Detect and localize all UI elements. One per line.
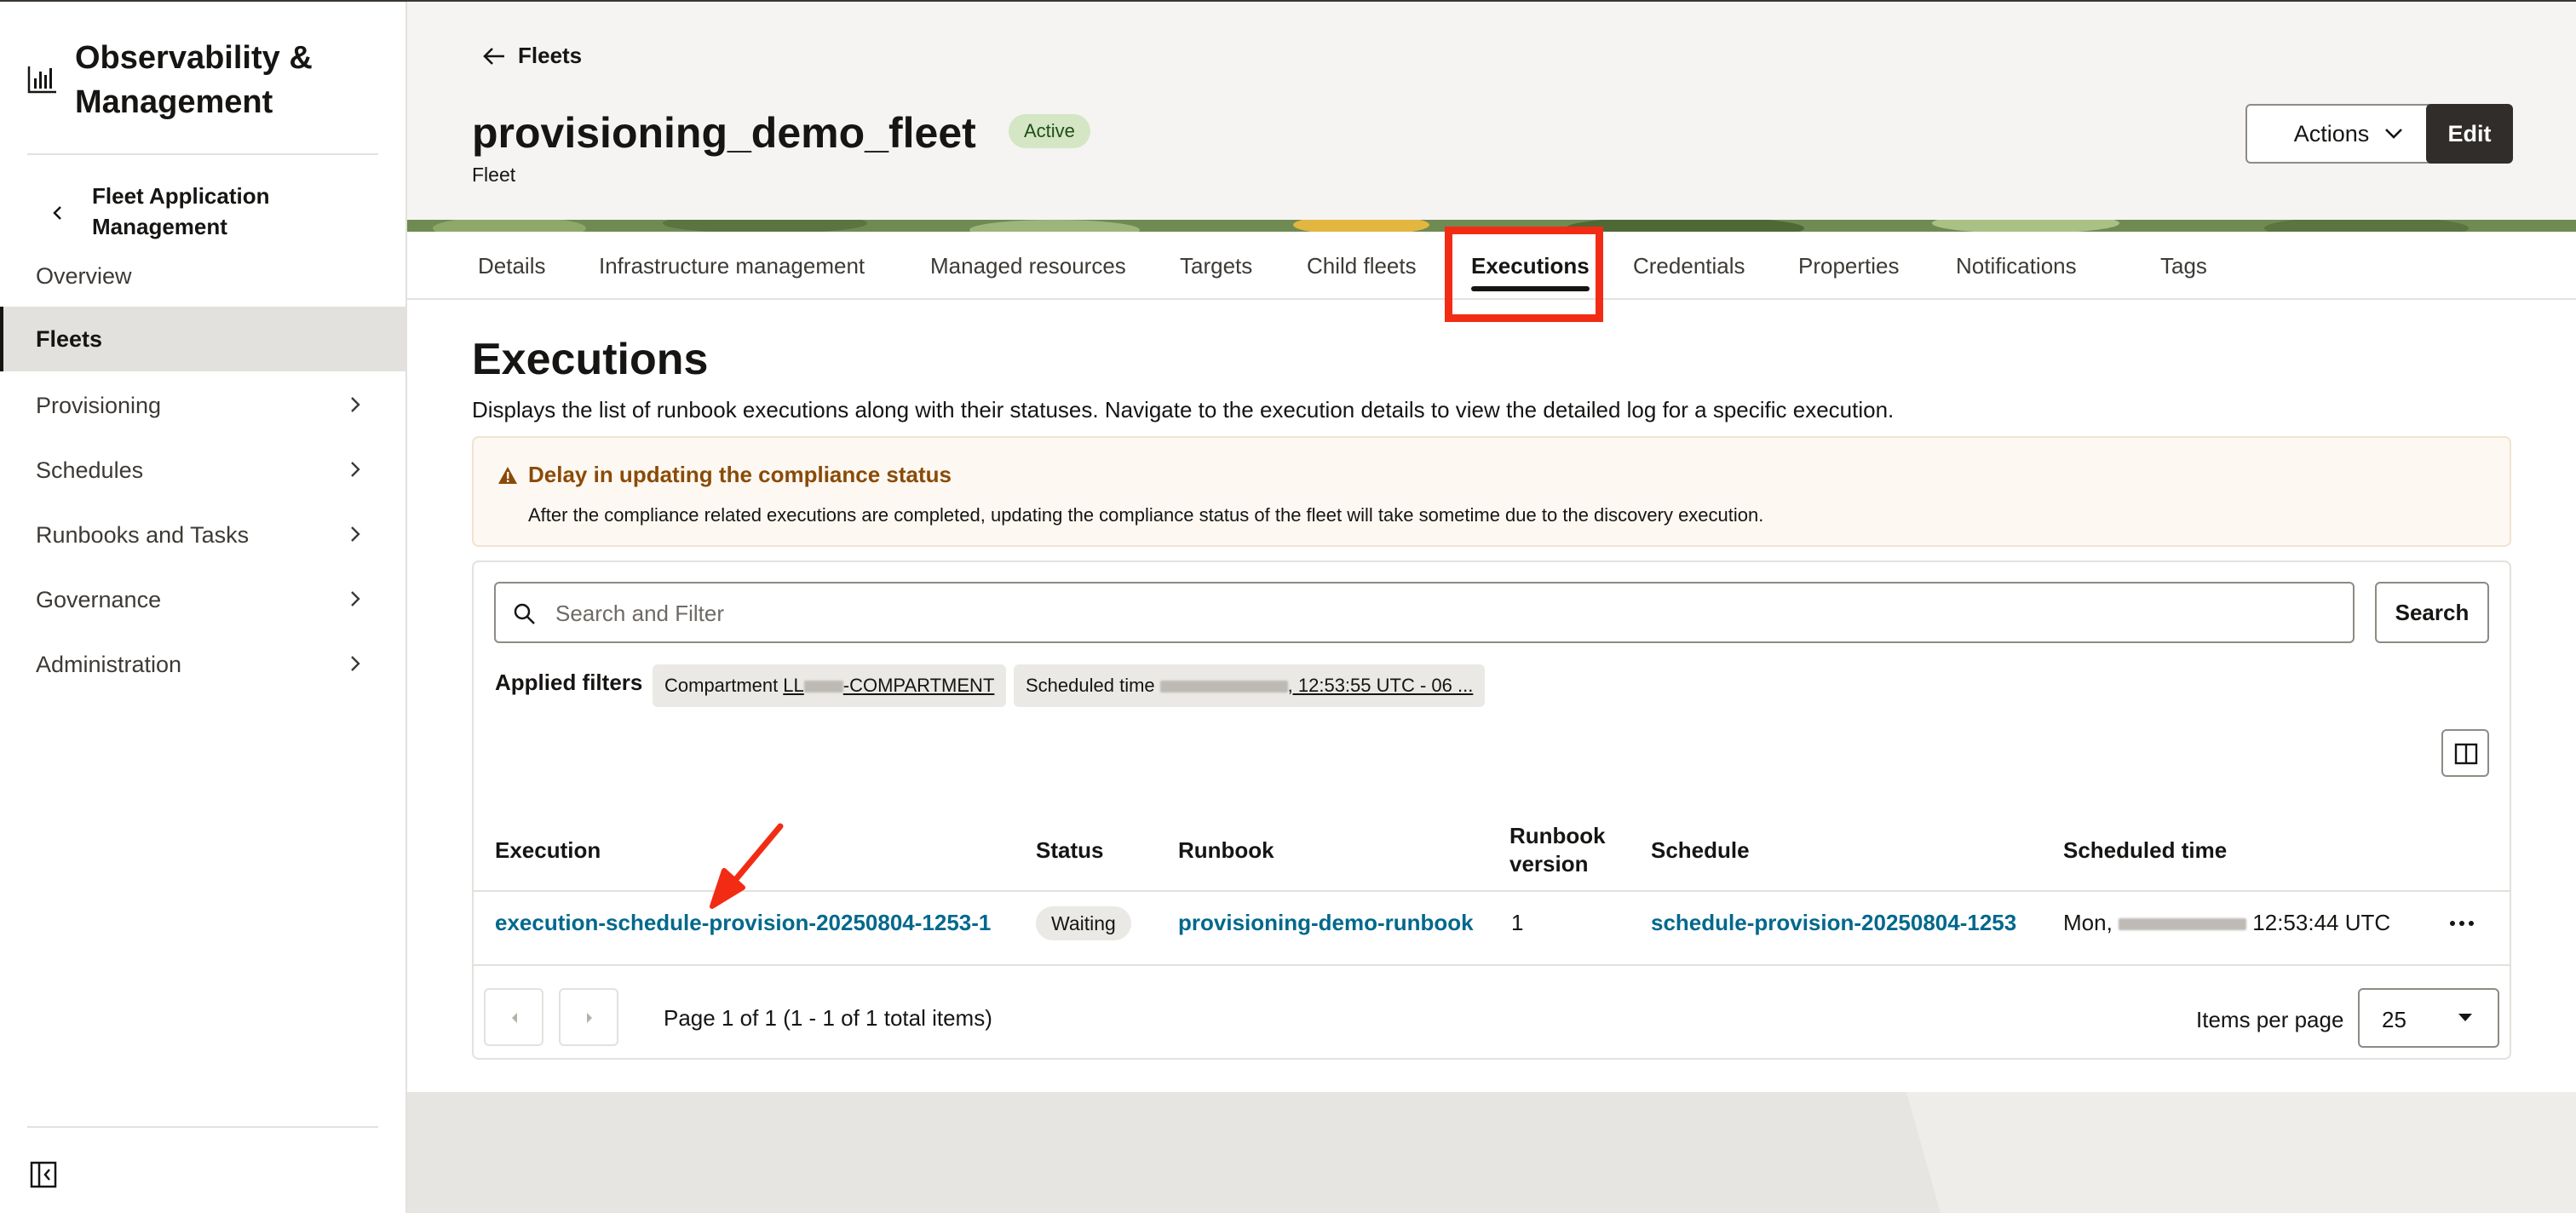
sidebar-item-label: Overview bbox=[36, 262, 132, 289]
column-header-runbook-version[interactable]: Runbook version bbox=[1509, 822, 1620, 878]
search-input[interactable]: Search and Filter bbox=[494, 582, 2355, 643]
chevron-right-icon bbox=[351, 526, 360, 542]
edit-button[interactable]: Edit bbox=[2426, 104, 2513, 164]
previous-page-button[interactable] bbox=[484, 988, 543, 1046]
chevron-right-icon bbox=[587, 1013, 592, 1023]
actions-button[interactable]: Actions bbox=[2245, 104, 2452, 164]
tab-credentials[interactable]: Credentials bbox=[1633, 232, 1745, 298]
tab-child-fleets[interactable]: Child fleets bbox=[1307, 232, 1417, 298]
tab-infrastructure-management[interactable]: Infrastructure management bbox=[599, 232, 865, 298]
chevron-left-icon bbox=[512, 1013, 517, 1023]
chevron-right-icon bbox=[351, 656, 360, 671]
back-to-fleets-link[interactable]: Fleets bbox=[482, 43, 582, 69]
sidebar-section-title[interactable]: Fleet Application Management bbox=[92, 181, 348, 242]
chevron-left-icon[interactable] bbox=[48, 203, 68, 223]
search-icon bbox=[514, 603, 535, 624]
chevron-right-icon bbox=[351, 591, 360, 606]
warning-icon bbox=[498, 467, 517, 484]
redacted-text bbox=[803, 681, 843, 693]
more-horizontal-icon[interactable] bbox=[2448, 913, 2475, 934]
redacted-text bbox=[2119, 918, 2247, 931]
page-subtitle: Fleet bbox=[472, 164, 516, 186]
table-row-divider bbox=[474, 964, 2510, 966]
search-placeholder: Search and Filter bbox=[555, 601, 724, 626]
schedule-link[interactable]: schedule-provision-20250804-1253 bbox=[1651, 910, 2016, 936]
tab-tags[interactable]: Tags bbox=[2160, 232, 2207, 298]
app-title: Observability & Management bbox=[75, 40, 313, 120]
chevron-right-icon bbox=[351, 462, 360, 477]
next-page-button[interactable] bbox=[559, 988, 618, 1046]
sidebar-item-administration[interactable]: Administration bbox=[0, 632, 405, 697]
app-logo-icon bbox=[27, 66, 56, 94]
divider bbox=[27, 1126, 378, 1128]
column-header-scheduled-time[interactable]: Scheduled time bbox=[2063, 836, 2227, 865]
sidebar-item-label: Runbooks and Tasks bbox=[36, 521, 250, 548]
sidebar-item-runbooks-and-tasks[interactable]: Runbooks and Tasks bbox=[0, 503, 405, 567]
sidebar-item-fleets[interactable]: Fleets bbox=[0, 307, 405, 371]
sidebar: Observability & Management Fleet Applica… bbox=[0, 2, 407, 1213]
sidebar-item-governance[interactable]: Governance bbox=[0, 567, 405, 632]
chip-value[interactable]: , 12:53:55 UTC - 06 ... bbox=[1159, 675, 1473, 696]
tab-notifications[interactable]: Notifications bbox=[1956, 232, 2077, 298]
items-per-page-value: 25 bbox=[2382, 1007, 2406, 1032]
divider bbox=[27, 153, 378, 155]
arrow-left-icon bbox=[483, 47, 504, 65]
sidebar-collapse-icon[interactable] bbox=[29, 1160, 58, 1189]
sidebar-item-label: Fleets bbox=[36, 325, 103, 352]
runbook-version-cell: 1 bbox=[1511, 910, 1524, 935]
chevron-down-icon bbox=[2458, 1014, 2472, 1021]
scheduled-time-cell: Mon, 12:53:44 UTC bbox=[2063, 910, 2391, 935]
sidebar-item-provisioning[interactable]: Provisioning bbox=[0, 373, 405, 438]
filter-chip-compartment[interactable]: Compartment LL -COMPARTMENT bbox=[653, 664, 1007, 707]
chevron-down-icon bbox=[2385, 129, 2403, 139]
page-title: provisioning_demo_fleet bbox=[472, 109, 976, 157]
filter-chip-scheduled-time[interactable]: Scheduled time, 12:53:55 UTC - 06 ... bbox=[1014, 664, 1486, 707]
warning-message: Delay in updating the compliance status … bbox=[472, 436, 2511, 547]
column-layout-icon bbox=[2454, 743, 2478, 765]
column-header-runbook[interactable]: Runbook bbox=[1178, 836, 1274, 865]
back-link-label: Fleets bbox=[518, 43, 583, 68]
status-badge: Waiting bbox=[1036, 906, 1131, 940]
column-layout-button[interactable] bbox=[2441, 729, 2489, 777]
items-per-page-select[interactable]: 25 bbox=[2358, 988, 2499, 1048]
chip-key: Compartment bbox=[664, 675, 779, 696]
tab-details[interactable]: Details bbox=[478, 232, 545, 298]
tab-managed-resources[interactable]: Managed resources bbox=[930, 232, 1126, 298]
applied-filters-label: Applied filters bbox=[495, 670, 643, 695]
page-footer-background bbox=[407, 1092, 2576, 1213]
tab-properties[interactable]: Properties bbox=[1798, 232, 1900, 298]
section-title: Executions bbox=[472, 335, 709, 384]
sidebar-item-label: Schedules bbox=[36, 457, 144, 483]
highlight-annotation-box bbox=[1445, 227, 1603, 322]
chip-value[interactable]: LL -COMPARTMENT bbox=[783, 675, 994, 696]
warning-text: After the compliance related executions … bbox=[528, 504, 1764, 526]
search-button[interactable]: Search bbox=[2375, 582, 2489, 643]
page-info: Page 1 of 1 (1 - 1 of 1 total items) bbox=[664, 1005, 992, 1031]
tab-targets[interactable]: Targets bbox=[1180, 232, 1252, 298]
execution-link[interactable]: execution-schedule-provision-20250804-12… bbox=[495, 910, 991, 936]
runbook-link[interactable]: provisioning-demo-runbook bbox=[1178, 910, 1474, 936]
actions-button-label: Actions bbox=[2293, 120, 2370, 147]
chip-key: Scheduled time bbox=[1026, 675, 1155, 696]
table-header-divider bbox=[474, 890, 2510, 892]
sidebar-item-label: Governance bbox=[36, 586, 162, 612]
sidebar-item-schedules[interactable]: Schedules bbox=[0, 438, 405, 503]
section-description: Displays the list of runbook executions … bbox=[472, 397, 1895, 423]
sidebar-item-overview[interactable]: Overview bbox=[0, 244, 405, 308]
sidebar-item-label: Provisioning bbox=[36, 392, 162, 418]
warning-title: Delay in updating the compliance status bbox=[528, 462, 952, 487]
column-header-status[interactable]: Status bbox=[1036, 836, 1103, 865]
chevron-right-icon bbox=[351, 397, 360, 412]
status-badge: Active bbox=[1009, 114, 1090, 148]
column-header-schedule[interactable]: Schedule bbox=[1651, 836, 1750, 865]
column-header-execution[interactable]: Execution bbox=[495, 836, 601, 865]
redacted-text bbox=[1159, 681, 1288, 693]
items-per-page-label: Items per page bbox=[2196, 1007, 2344, 1032]
sidebar-item-label: Administration bbox=[36, 651, 182, 677]
